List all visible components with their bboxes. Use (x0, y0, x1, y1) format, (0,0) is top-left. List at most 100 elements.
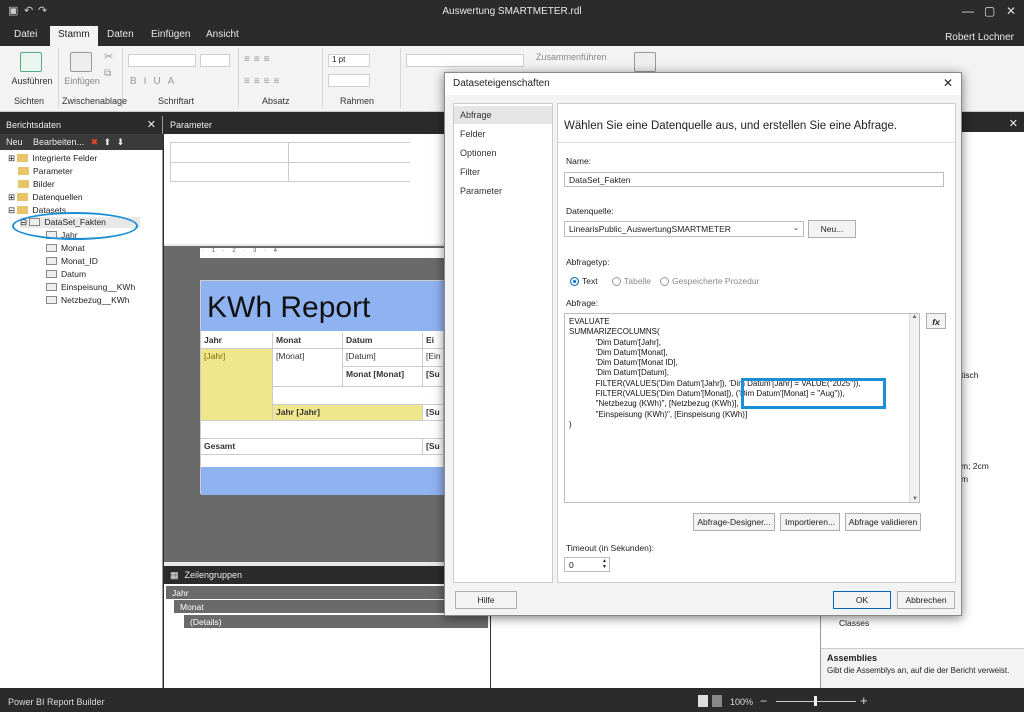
tab-ansicht[interactable]: Ansicht (206, 29, 239, 40)
font-size-select[interactable] (200, 54, 230, 67)
group-label-views: Sichten (14, 96, 45, 106)
dialog-title: Dataseteigenschaften (453, 78, 550, 89)
run-icon (20, 52, 42, 72)
border-style-select[interactable] (328, 74, 370, 87)
zoom-out-icon[interactable]: − (760, 694, 767, 708)
zoom-slider-thumb[interactable] (814, 696, 817, 706)
font-format-icons[interactable]: BIUA (130, 76, 181, 87)
edit-menu[interactable]: Bearbeiten... (33, 137, 84, 147)
zoom-in-icon[interactable]: + (860, 693, 868, 708)
radio-unchecked-icon (612, 277, 621, 286)
tree-item[interactable]: Bilder (18, 179, 55, 189)
stepper-arrows-icon[interactable]: ▲ ▼ (602, 558, 607, 570)
dialog-nav: Abfrage Felder Optionen Filter Parameter (453, 103, 553, 583)
name-label: Name: (566, 156, 592, 166)
paste-button[interactable]: Einfügen (60, 76, 104, 86)
paste-icon (70, 52, 92, 72)
tree-item[interactable]: ⊞ Datenquellen (8, 192, 83, 203)
query-text: EVALUATE SUMMARIZECOLUMNS( 'Dim Datum'[J… (569, 317, 861, 429)
align-icons[interactable]: ≡≡≡ (244, 54, 274, 65)
report-title[interactable]: KWh Report (207, 291, 370, 325)
tree-item[interactable]: ⊞ Integrierte Felder (8, 153, 97, 164)
group-jahr[interactable]: Jahr (166, 586, 486, 599)
group-details[interactable]: (Details) (184, 615, 488, 628)
print-layout-icon[interactable] (712, 695, 722, 707)
help-button[interactable]: Hilfe (455, 591, 517, 609)
paragraph-icons[interactable]: ≡≡≡≡ (244, 76, 283, 87)
validate-query-button[interactable]: Abfrage validieren (845, 513, 921, 531)
tab-datei[interactable]: Datei (14, 29, 37, 40)
move-down-icon[interactable]: ⬇ (117, 137, 125, 147)
design-view-icon[interactable] (698, 695, 708, 707)
cut-icon[interactable]: ✂ (104, 50, 113, 63)
tab-daten[interactable]: Daten (107, 29, 134, 40)
datasource-select[interactable]: LinearisPublic_AuswertungSMARTMETER ⌄ (564, 221, 804, 237)
group-monat[interactable]: Monat (174, 600, 486, 613)
radio-table[interactable]: Tabelle (612, 276, 651, 286)
border-width-select[interactable]: 1 pt (328, 54, 370, 67)
report-data-title: Berichtsdaten (6, 120, 62, 130)
font-name-select[interactable] (128, 54, 196, 67)
nav-abfrage[interactable]: Abfrage (454, 106, 552, 124)
number-format-select[interactable] (406, 54, 524, 67)
nav-optionen[interactable]: Optionen (454, 144, 552, 162)
property-fragment-3: m (961, 474, 969, 484)
assemblies-desc: Gibt die Assemblys an, auf die der Beric… (827, 666, 1010, 675)
tab-stamm[interactable]: Stamm (50, 26, 98, 46)
dialog-close-icon[interactable]: ✕ (943, 76, 953, 90)
radio-checked-icon (570, 277, 579, 286)
property-classes[interactable]: Classes (839, 618, 869, 628)
group-label-paragraph: Absatz (262, 96, 290, 106)
ok-button[interactable]: OK (833, 591, 891, 609)
folder-icon (17, 154, 29, 162)
delete-icon[interactable]: ✖ (91, 137, 99, 147)
dataset-properties-dialog: Dataseteigenschaften ✕ Abfrage Felder Op… (444, 72, 962, 616)
expression-button[interactable]: fx (926, 313, 946, 329)
minimize-icon[interactable]: — (962, 4, 974, 18)
report-data-header: Berichtsdaten ✕ (0, 116, 162, 134)
layout-icon (634, 52, 656, 72)
query-editor[interactable]: EVALUATE SUMMARIZECOLUMNS( 'Dim Datum'[J… (564, 313, 920, 503)
tab-einfuegen[interactable]: Einfügen (151, 29, 190, 40)
folder-icon (17, 206, 29, 214)
app-name: Power BI Report Builder (8, 697, 105, 707)
property-fragment-1: tisch (961, 370, 979, 380)
folder-icon (18, 167, 29, 175)
radio-stored-procedure[interactable]: Gespeicherte Prozedur (660, 276, 759, 286)
tree-item[interactable]: Parameter (18, 166, 73, 176)
tree-field[interactable]: Monat (46, 243, 85, 253)
status-bar: Power BI Report Builder 100% − + (0, 692, 1024, 712)
radio-text[interactable]: Text (570, 276, 598, 286)
close-panel-icon[interactable]: ✕ (147, 118, 156, 131)
tree-field[interactable]: Monat_ID (46, 256, 98, 266)
move-up-icon[interactable]: ⬆ (104, 137, 112, 147)
nav-filter[interactable]: Filter (454, 163, 552, 181)
close-window-icon[interactable]: ✕ (1006, 4, 1016, 18)
cancel-button[interactable]: Abbrechen (897, 591, 955, 609)
tree-field[interactable]: Einspeisung__KWh (46, 282, 135, 292)
nav-felder[interactable]: Felder (454, 125, 552, 143)
field-icon (46, 270, 57, 278)
merge-button[interactable]: Zusammenführen (536, 52, 607, 62)
query-type-label: Abfragetyp: (566, 257, 610, 267)
nav-parameter[interactable]: Parameter (454, 182, 552, 200)
report-data-toolbar: Neu Bearbeiten... ✖ ⬆ ⬇ (0, 134, 163, 150)
tree-field[interactable]: Netzbezug__KWh (46, 295, 130, 305)
name-field[interactable]: DataSet_Fakten (564, 172, 944, 187)
zoom-level: 100% (730, 697, 754, 707)
new-menu[interactable]: Neu (6, 137, 23, 147)
tree-field[interactable]: Datum (46, 269, 86, 279)
new-datasource-button[interactable]: Neu... (808, 220, 856, 238)
timeout-stepper[interactable]: 0 ▲ ▼ (564, 557, 610, 572)
field-icon (46, 283, 57, 291)
query-scrollbar[interactable]: ▲ ▼ (909, 314, 919, 502)
report-body: KWh Report Jahr Monat Datum Ei [Jahr] [M… (200, 280, 445, 495)
maximize-icon[interactable]: ▢ (984, 4, 995, 18)
run-button[interactable]: Ausführen (10, 76, 54, 86)
close-properties-icon[interactable]: ✕ (1009, 117, 1018, 130)
import-button[interactable]: Importieren... (780, 513, 840, 531)
window-title: Auswertung SMARTMETER.rdl (442, 6, 582, 17)
query-designer-button[interactable]: Abfrage-Designer... (693, 513, 775, 531)
field-icon (46, 244, 57, 252)
copy-icon[interactable]: ⧉ (104, 68, 111, 79)
